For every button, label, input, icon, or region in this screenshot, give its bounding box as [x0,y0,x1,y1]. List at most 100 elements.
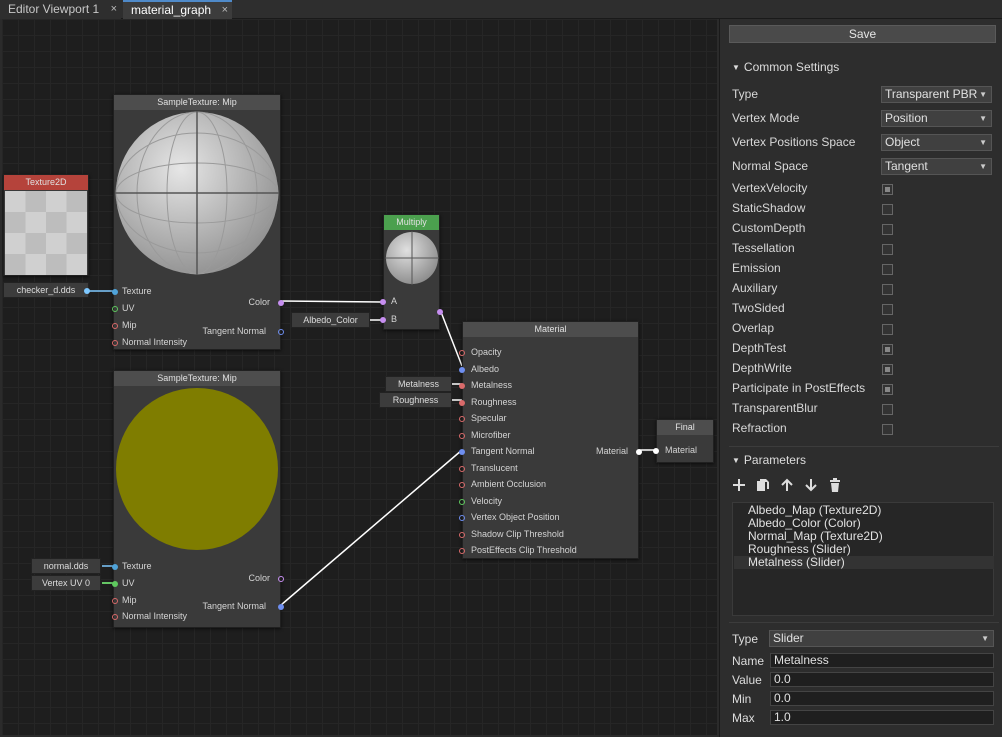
save-button[interactable]: Save [729,25,996,43]
vertex-uv-const[interactable]: Vertex UV 0 [31,575,101,591]
param-field-input[interactable]: 0.0 [770,691,994,706]
setting-label: StaticShadow [732,201,806,215]
param-type-dropdown[interactable]: Slider ▼ [769,630,994,647]
param-field-input[interactable]: 1.0 [770,710,994,725]
setting-checkbox[interactable] [882,364,893,375]
setting-checkbox[interactable] [882,224,893,235]
setting-checkbox[interactable] [882,324,893,335]
wire-multiply-to-albedo [440,311,463,367]
parameter-list[interactable]: Albedo_Map (Texture2D) Albedo_Color (Colo… [732,502,994,616]
material-input-pin[interactable] [459,465,465,472]
setting-checkbox[interactable] [882,344,893,355]
setting-label: Emission [732,261,781,275]
tangent-normal-out-pin[interactable] [278,329,284,335]
parameters-header[interactable]: ▼ Parameters [732,453,806,467]
texture-in-pin[interactable] [112,564,118,570]
final-in-pin[interactable] [653,448,659,454]
normal-intensity-in-pin[interactable] [112,614,118,620]
sample-texture-node-2[interactable]: SampleTexture: Mip Texture UV Mip Normal… [112,370,284,628]
setting-dropdown[interactable]: Transparent PBR ▼ [881,86,992,103]
texture2d-node[interactable]: Texture2D [3,174,89,276]
param-field-input[interactable]: 0.0 [770,672,994,687]
texture-file-const[interactable]: checker_d.dds [3,282,89,298]
normal-intensity-in-pin[interactable] [112,340,118,346]
material-node[interactable]: Material Opacity Albedo Metalness Roughness… [459,321,642,559]
material-input-pin[interactable] [459,531,465,538]
mip-in-pin[interactable] [112,323,118,329]
setting-dropdown[interactable]: Object ▼ [881,134,992,151]
material-input-pin[interactable] [459,515,465,521]
uv-in-pin[interactable] [112,581,118,587]
final-node[interactable]: Final Material [653,419,714,463]
roughness-const[interactable]: Roughness [379,392,452,408]
common-settings-header[interactable]: ▼ Common Settings [732,60,839,74]
collapse-triangle-icon: ▼ [732,456,740,465]
setting-checkbox[interactable] [882,184,893,195]
chevron-down-icon: ▼ [979,114,987,123]
parameter-item[interactable]: Metalness (Slider) [734,556,994,569]
multiply-node[interactable]: Multiply A B [380,214,443,330]
multiply-out-pin[interactable] [437,309,443,315]
tab-editor-viewport[interactable]: Editor Viewport 1 × [0,0,121,19]
material-input-pin[interactable] [459,482,465,488]
setting-checkbox[interactable] [882,404,893,415]
plus-icon[interactable] [731,478,747,494]
setting-checkbox[interactable] [882,284,893,295]
setting-checkbox[interactable] [882,384,893,395]
material-input-pin[interactable] [459,498,465,505]
input-label: Normal Intensity [122,337,188,347]
copy-icon[interactable] [755,478,771,494]
material-input-label: PostEffects Clip Threshold [471,545,577,555]
material-input-pin[interactable] [459,383,465,389]
setting-label: Vertex Mode [732,111,800,125]
chevron-down-icon: ▼ [979,138,987,147]
setting-label: DepthWrite [732,361,792,375]
b-in-pin[interactable] [380,317,386,323]
node-title: Final [657,420,713,435]
material-input-pin[interactable] [459,548,465,554]
material-graph-canvas[interactable]: Texture2D checker_d.dds SampleTexture: M… [2,19,717,735]
material-input-label: Tangent Normal [471,446,535,456]
trash-icon[interactable] [827,478,843,494]
albedo-color-const[interactable]: Albedo_Color [291,312,370,328]
tab-material-graph[interactable]: material_graph × [123,0,232,19]
setting-checkbox[interactable] [882,244,893,255]
metalness-const[interactable]: Metalness [385,376,452,392]
material-input-label: Ambient Occlusion [471,479,547,489]
normal-dds-const[interactable]: normal.dds [31,558,101,574]
setting-label: CustomDepth [732,221,806,235]
material-input-pin[interactable] [459,416,465,422]
setting-checkbox[interactable] [882,264,893,275]
material-input-pin[interactable] [459,399,465,406]
sample-texture-node-1[interactable]: SampleTexture: Mip Texture UV Mip Normal [112,94,284,350]
texture-out-pin[interactable] [84,288,90,294]
setting-checkbox[interactable] [882,424,893,435]
mip-in-pin[interactable] [112,598,118,604]
arrow-down-icon[interactable] [803,478,819,494]
close-icon[interactable]: × [222,2,228,19]
material-input-pin[interactable] [459,432,465,439]
setting-dropdown[interactable]: Position ▼ [881,110,992,127]
material-input-pin[interactable] [459,350,465,356]
setting-dropdown[interactable]: Tangent ▼ [881,158,992,175]
node-title: SampleTexture: Mip [114,95,280,110]
color-out-pin[interactable] [278,576,284,582]
a-in-pin[interactable] [380,299,386,305]
material-input-label: Albedo [471,363,500,374]
uv-in-pin[interactable] [112,306,118,312]
param-field-label: Value [732,673,762,687]
setting-checkbox[interactable] [882,304,893,315]
material-input-pin[interactable] [459,449,465,455]
close-icon[interactable]: × [111,0,117,19]
arrow-up-icon[interactable] [779,478,795,494]
setting-checkbox[interactable] [882,204,893,215]
color-out-pin[interactable] [278,300,284,306]
material-out-pin[interactable] [636,449,642,455]
output-label: Tangent Normal [202,601,266,611]
texture-in-pin[interactable] [112,289,118,295]
tangent-normal-out-pin[interactable] [278,604,284,610]
param-field-input[interactable]: Metalness [770,653,994,668]
setting-label: Type [732,87,759,101]
material-input-pin[interactable] [459,366,465,373]
sphere-preview [115,111,279,275]
